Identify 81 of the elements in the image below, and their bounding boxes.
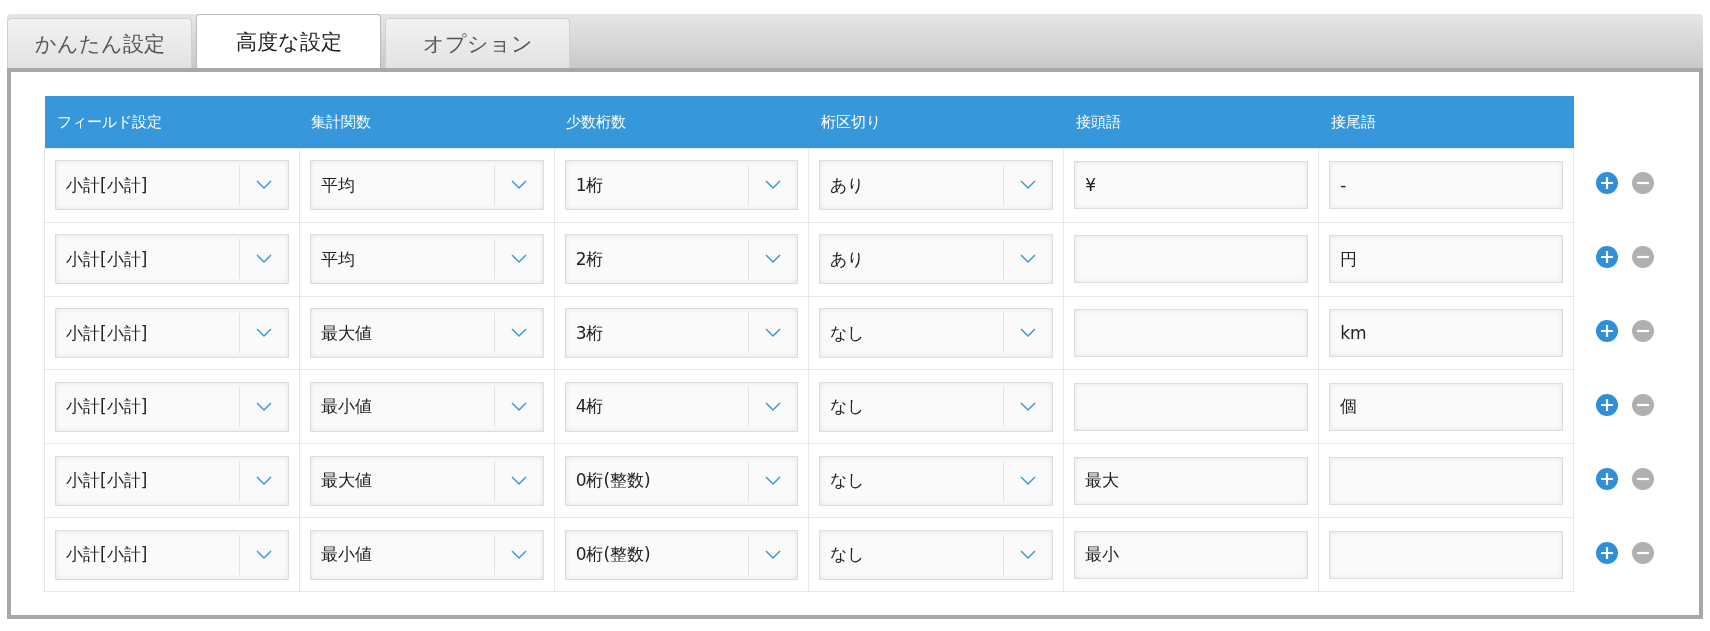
chevron-down-icon — [510, 254, 527, 265]
chevron-down-icon — [255, 475, 272, 486]
dropdown[interactable]: なし — [819, 308, 1054, 359]
input-field[interactable] — [1329, 530, 1563, 579]
chevron-down-icon — [510, 401, 527, 412]
dropdown[interactable]: 小計[小計] — [55, 529, 289, 580]
dropdown[interactable]: 0桁(整数) — [564, 529, 799, 580]
chevron-down-icon — [1020, 328, 1037, 339]
dropdown[interactable]: なし — [819, 529, 1054, 580]
dropdown[interactable]: 平均 — [309, 160, 544, 211]
chevron-down-icon — [765, 475, 782, 486]
dropdown[interactable]: 小計[小計] — [55, 308, 289, 359]
dropdown[interactable]: 3桁 — [564, 308, 799, 359]
column-header: 桁区切り — [809, 96, 1064, 149]
column-header: 少数桁数 — [554, 96, 809, 149]
input-field[interactable] — [1074, 382, 1309, 431]
dropdown[interactable]: 1桁 — [564, 160, 799, 211]
chevron-down-icon — [765, 549, 782, 560]
input-field[interactable]: 最小 — [1074, 530, 1309, 579]
input-field[interactable]: ¥ — [1074, 161, 1309, 210]
input-field[interactable]: 円 — [1329, 235, 1563, 284]
add-icon[interactable] — [1596, 541, 1618, 564]
chevron-down-icon — [510, 180, 527, 191]
remove-icon[interactable] — [1632, 245, 1654, 268]
remove-icon[interactable] — [1632, 319, 1654, 342]
input-field[interactable] — [1074, 235, 1309, 284]
tab[interactable]: オプション — [385, 18, 570, 68]
dropdown[interactable]: 最小値 — [309, 529, 544, 580]
column-header: 接尾語 — [1318, 96, 1574, 149]
remove-icon[interactable] — [1632, 541, 1654, 564]
dropdown[interactable]: 小計[小計] — [55, 234, 289, 285]
dropdown[interactable]: 最小値 — [309, 381, 544, 432]
chevron-down-icon — [255, 180, 272, 191]
column-header: 集計関数 — [299, 96, 555, 149]
dropdown[interactable]: 0桁(整数) — [564, 455, 799, 506]
add-icon[interactable] — [1596, 171, 1618, 194]
dropdown[interactable]: 4桁 — [564, 381, 799, 432]
chevron-down-icon — [255, 401, 272, 412]
chevron-down-icon — [1020, 180, 1037, 191]
dropdown[interactable]: あり — [819, 234, 1054, 285]
dropdown[interactable]: なし — [819, 381, 1054, 432]
column-header: 接頭語 — [1063, 96, 1319, 149]
add-icon[interactable] — [1596, 319, 1618, 342]
tab[interactable]: 高度な設定 — [196, 14, 381, 68]
chevron-down-icon — [765, 328, 782, 339]
add-icon[interactable] — [1596, 393, 1618, 416]
chevron-down-icon — [255, 549, 272, 560]
chevron-down-icon — [1020, 401, 1037, 412]
chevron-down-icon — [255, 254, 272, 265]
chevron-down-icon — [510, 328, 527, 339]
chevron-down-icon — [510, 549, 527, 560]
column-header: フィールド設定 — [44, 96, 300, 149]
chevron-down-icon — [765, 180, 782, 191]
dropdown[interactable]: 最大値 — [309, 308, 544, 359]
chevron-down-icon — [765, 254, 782, 265]
chevron-down-icon — [255, 328, 272, 339]
dropdown[interactable]: 2桁 — [564, 234, 799, 285]
remove-icon[interactable] — [1632, 171, 1654, 194]
dropdown[interactable]: 小計[小計] — [55, 160, 289, 211]
dropdown[interactable]: 最大値 — [309, 455, 544, 506]
input-field[interactable]: 最大 — [1074, 456, 1309, 505]
chevron-down-icon — [1020, 475, 1037, 486]
remove-icon[interactable] — [1632, 467, 1654, 490]
dropdown[interactable]: なし — [819, 455, 1054, 506]
input-field[interactable]: 個 — [1329, 382, 1563, 431]
chevron-down-icon — [1020, 549, 1037, 560]
input-field[interactable] — [1329, 456, 1563, 505]
chevron-down-icon — [765, 401, 782, 412]
add-icon[interactable] — [1596, 245, 1618, 268]
dropdown[interactable]: あり — [819, 160, 1054, 211]
tab[interactable]: かんたん設定 — [7, 18, 192, 68]
add-icon[interactable] — [1596, 467, 1618, 490]
dropdown[interactable]: 小計[小計] — [55, 381, 289, 432]
input-field[interactable] — [1074, 309, 1309, 358]
input-field[interactable]: - — [1329, 161, 1563, 210]
dropdown[interactable]: 平均 — [309, 234, 544, 285]
chevron-down-icon — [510, 475, 527, 486]
dropdown[interactable]: 小計[小計] — [55, 455, 289, 506]
chevron-down-icon — [1020, 254, 1037, 265]
input-field[interactable]: km — [1329, 309, 1563, 358]
remove-icon[interactable] — [1632, 393, 1654, 416]
